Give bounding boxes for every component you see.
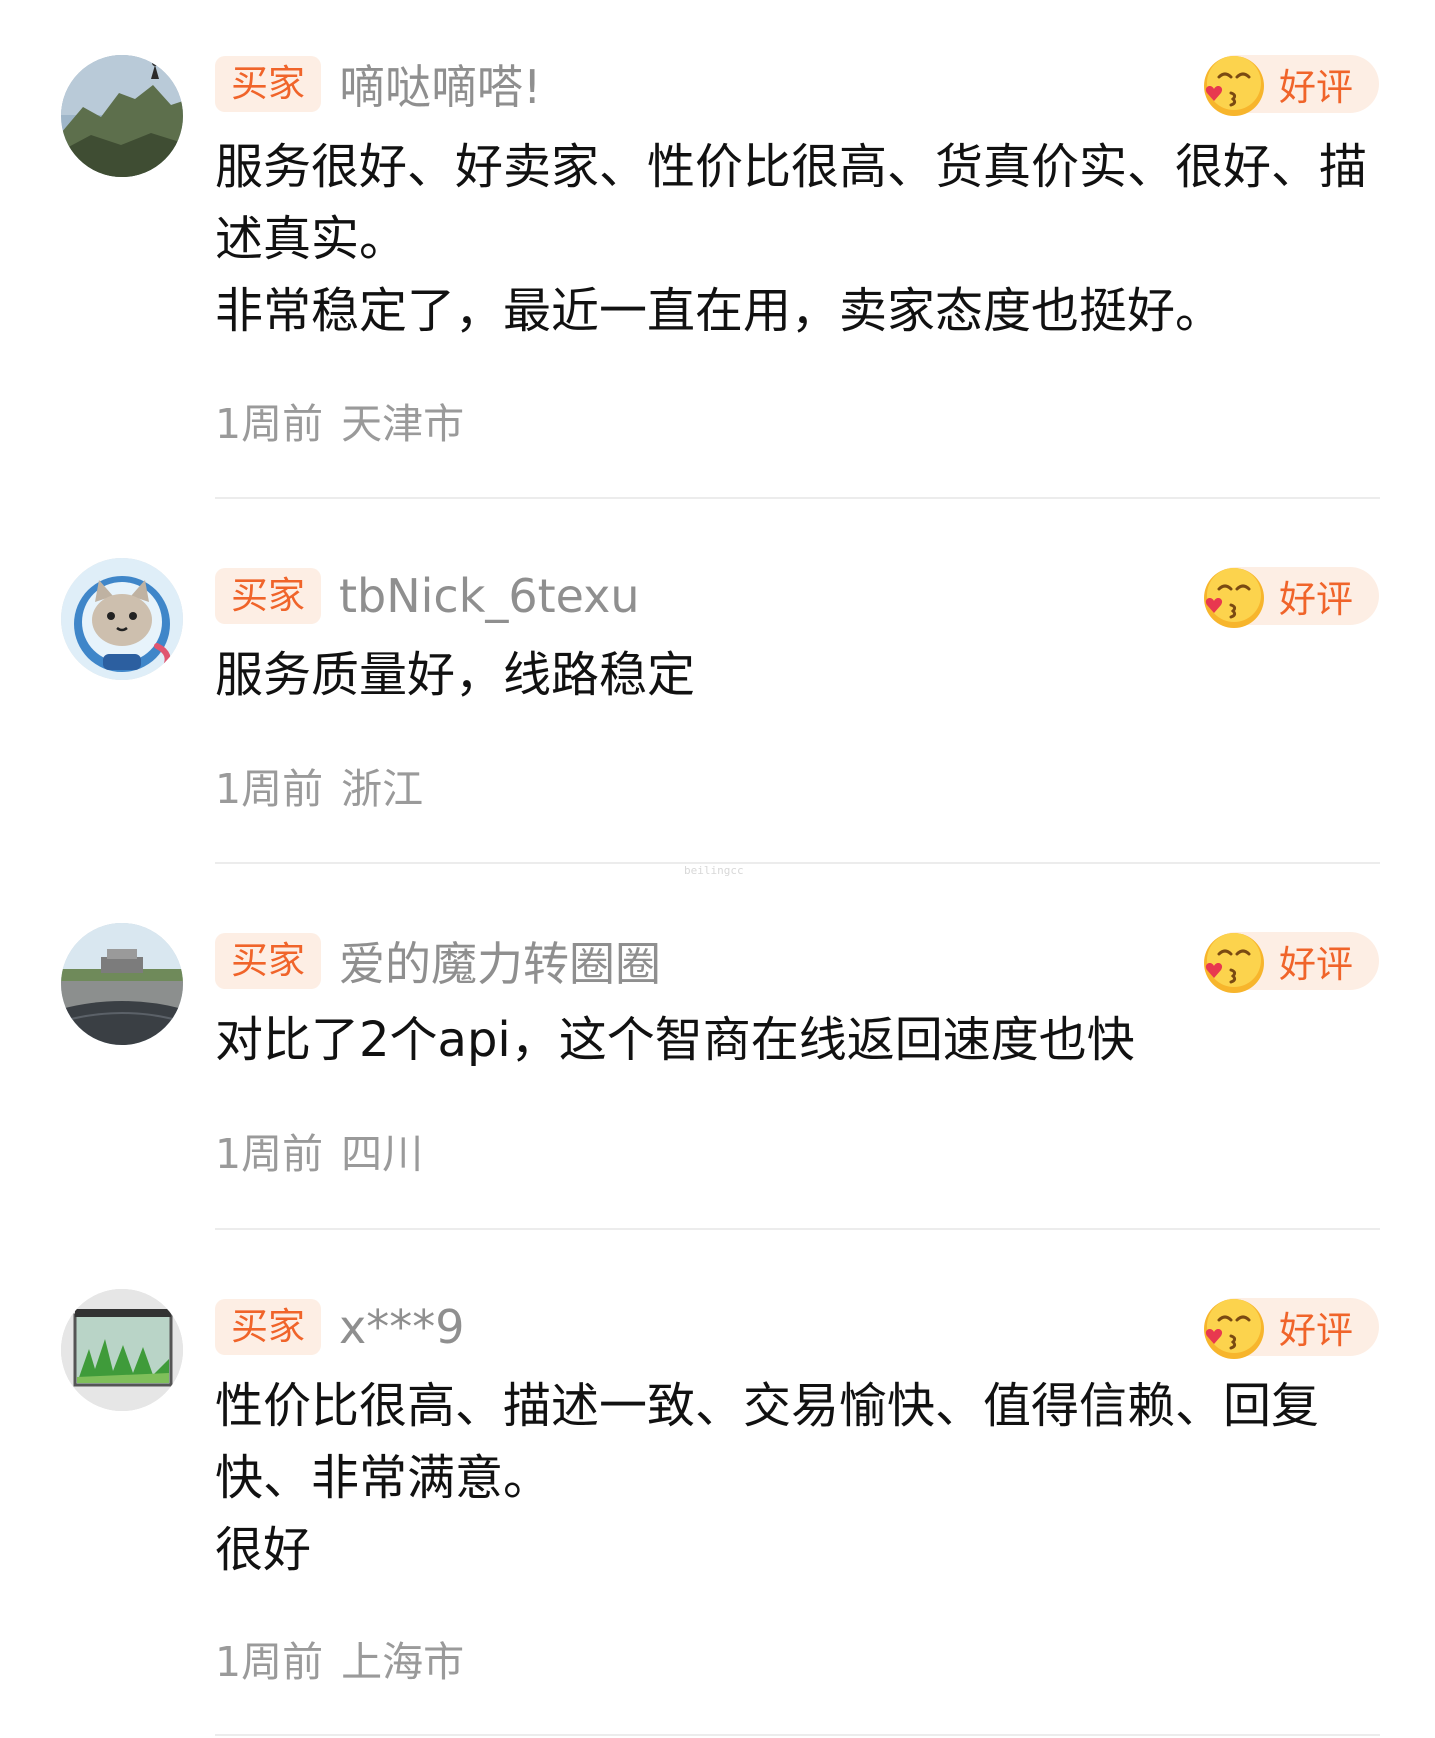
review-time: 1周前 (215, 1638, 324, 1686)
buyer-tag: 买家 (215, 568, 321, 624)
review-location: 浙江 (341, 765, 424, 813)
buyer-tag: 买家 (215, 1299, 321, 1355)
review-time: 1周前 (215, 1130, 324, 1178)
review-content: 对比了2个api，这个智商在线返回速度也快 (215, 1004, 1385, 1076)
review-header: 买家 爱的魔力转圈圈 (215, 932, 661, 991)
watermark: beilingcc (684, 864, 744, 877)
rating-badge: 好评 (1204, 1298, 1379, 1359)
review-text-line: 对比了2个api，这个智商在线返回速度也快 (215, 1012, 1135, 1068)
review-header: 买家 嘀哒嘀嗒! (215, 55, 541, 114)
kissing-face-icon (1204, 1299, 1264, 1359)
review-text-line: 服务很好、好卖家、性价比很高、货真价实、很好、描述真实。 (215, 139, 1368, 267)
rating-label: 好评 (1279, 1309, 1353, 1352)
buyer-tag: 买家 (215, 933, 321, 989)
rating-badge: 好评 (1204, 932, 1379, 993)
divider (215, 497, 1380, 499)
review-header: 买家 x***9 (215, 1298, 465, 1356)
divider (215, 862, 1380, 864)
rating-badge: 好评 (1204, 567, 1379, 628)
nickname[interactable]: tbNick_6texu (339, 569, 640, 623)
review-text-line: 非常稳定了，最近一直在用，卖家态度也挺好。 (215, 283, 1224, 339)
review-meta: 1周前 天津市 (215, 390, 464, 450)
review-header: 买家 tbNick_6texu (215, 567, 640, 625)
review-location: 上海市 (341, 1638, 465, 1686)
kissing-face-icon (1204, 56, 1264, 116)
review-content: 服务质量好，线路稳定 (215, 639, 1385, 711)
rating-label: 好评 (1279, 943, 1353, 986)
avatar[interactable] (61, 923, 183, 1045)
review-content: 性价比很高、描述一致、交易愉快、值得信赖、回复快、非常满意。 很好 (215, 1370, 1385, 1586)
avatar[interactable] (61, 1289, 183, 1411)
review-time: 1周前 (215, 400, 324, 448)
kissing-face-icon (1204, 933, 1264, 993)
review-location: 四川 (341, 1130, 424, 1178)
review-content: 服务很好、好卖家、性价比很高、货真价实、很好、描述真实。 非常稳定了，最近一直在… (215, 131, 1385, 347)
divider (215, 1228, 1380, 1230)
review-text-line: 服务质量好，线路稳定 (215, 647, 696, 703)
rating-badge: 好评 (1204, 55, 1379, 116)
rating-label: 好评 (1279, 66, 1353, 109)
divider (215, 1734, 1380, 1736)
review-text-line: 性价比很高、描述一致、交易愉快、值得信赖、回复快、非常满意。 (215, 1378, 1320, 1506)
nickname[interactable]: 爱的魔力转圈圈 (339, 928, 661, 994)
rating-label: 好评 (1279, 578, 1353, 621)
review-location: 天津市 (341, 400, 465, 448)
review-time: 1周前 (215, 765, 324, 813)
avatar[interactable] (61, 558, 183, 680)
review-text-line: 很好 (215, 1522, 312, 1578)
review-meta: 1周前 浙江 (215, 755, 423, 815)
avatar[interactable] (61, 55, 183, 177)
nickname[interactable]: x***9 (339, 1300, 465, 1354)
review-meta: 1周前 上海市 (215, 1628, 464, 1688)
review-meta: 1周前 四川 (215, 1120, 423, 1180)
kissing-face-icon (1204, 568, 1264, 628)
nickname[interactable]: 嘀哒嘀嗒! (339, 51, 541, 117)
buyer-tag: 买家 (215, 56, 321, 112)
